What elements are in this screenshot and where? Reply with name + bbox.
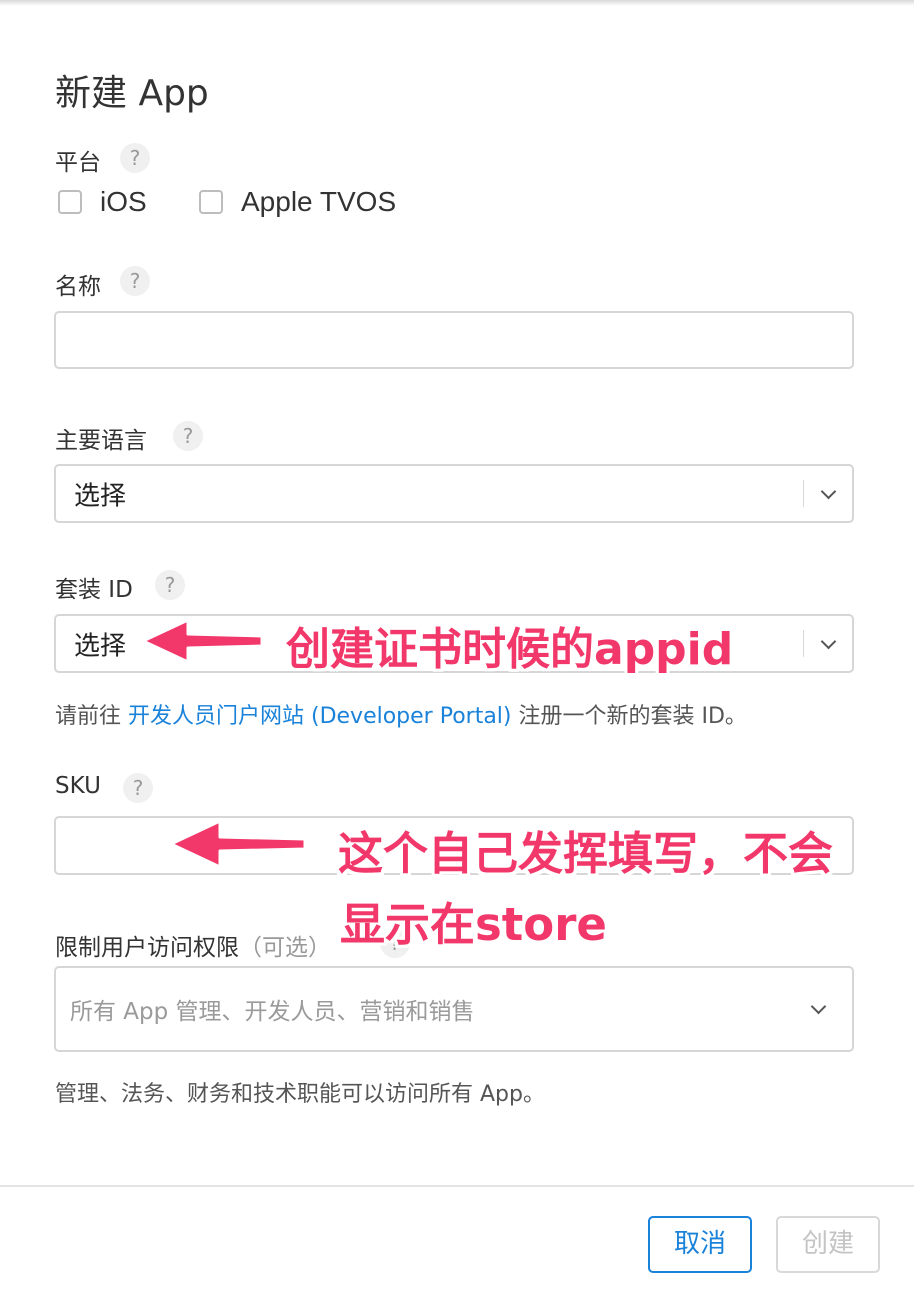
tvos-checkbox-label: Apple TVOS xyxy=(241,186,397,217)
sku-annotation-text-line2: 显示在store xyxy=(340,898,607,951)
name-help-icon[interactable]: ? xyxy=(120,266,150,296)
user-access-placeholder: 所有 App 管理、开发人员、营销和销售 xyxy=(70,999,475,1025)
sku-label: SKU xyxy=(55,773,101,799)
chevron-down-icon xyxy=(810,998,827,1015)
platform-label: 平台 xyxy=(55,150,101,176)
bundle-id-hint: 请前往 开发人员门户网站 (Developer Portal) 注册一个新的套装… xyxy=(55,698,747,730)
primary-language-label: 主要语言 xyxy=(55,428,147,454)
platform-help-icon[interactable]: ? xyxy=(120,143,150,173)
name-label: 名称 xyxy=(55,274,101,300)
ios-checkbox[interactable] xyxy=(58,190,82,214)
bundle-id-hint-suffix: 注册一个新的套装 ID。 xyxy=(511,704,747,729)
user-access-hint: 管理、法务、财务和技术职能可以访问所有 App。 xyxy=(55,1082,545,1107)
primary-language-help-icon[interactable]: ? xyxy=(173,421,203,451)
dialog-title: 新建 App xyxy=(55,73,209,114)
user-access-optional: （可选） xyxy=(239,935,331,961)
chevron-down-icon xyxy=(820,483,837,499)
tvos-checkbox[interactable] xyxy=(199,190,223,214)
cancel-button[interactable]: 取消 xyxy=(648,1216,752,1273)
primary-language-value: 选择 xyxy=(74,481,127,511)
create-button[interactable]: 创建 xyxy=(776,1216,880,1273)
dialog-top-edge xyxy=(0,0,914,6)
select-divider xyxy=(803,630,804,657)
chevron-down-icon xyxy=(820,633,837,649)
bundle-annotation-text: 创建证书时候的appid xyxy=(286,624,734,675)
sku-annotation-text-line1: 这个自己发挥填写，不会 xyxy=(338,827,834,880)
bundle-annotation-arrow xyxy=(141,618,264,664)
user-access-select[interactable]: 所有 App 管理、开发人员、营销和销售 xyxy=(54,966,854,1052)
platform-ios-option[interactable]: iOS xyxy=(58,186,147,218)
user-access-label: 限制用户访问权限（可选） xyxy=(55,928,331,962)
primary-language-select[interactable]: 选择 xyxy=(54,464,854,523)
bundle-id-label: 套装 ID xyxy=(55,577,133,603)
select-divider xyxy=(803,480,804,507)
name-input[interactable] xyxy=(54,311,854,369)
bundle-id-hint-prefix: 请前往 xyxy=(55,704,128,729)
sku-annotation-arrow xyxy=(169,819,307,869)
bundle-id-help-icon[interactable]: ? xyxy=(155,570,185,600)
user-access-label-text: 限制用户访问权限 xyxy=(55,935,239,961)
sku-help-icon[interactable]: ? xyxy=(123,773,153,803)
bundle-id-value: 选择 xyxy=(74,631,127,661)
developer-portal-link[interactable]: 开发人员门户网站 (Developer Portal) xyxy=(128,704,512,729)
platform-tvos-option[interactable]: Apple TVOS xyxy=(199,186,396,218)
ios-checkbox-label: iOS xyxy=(100,186,147,217)
footer-divider xyxy=(0,1185,914,1187)
